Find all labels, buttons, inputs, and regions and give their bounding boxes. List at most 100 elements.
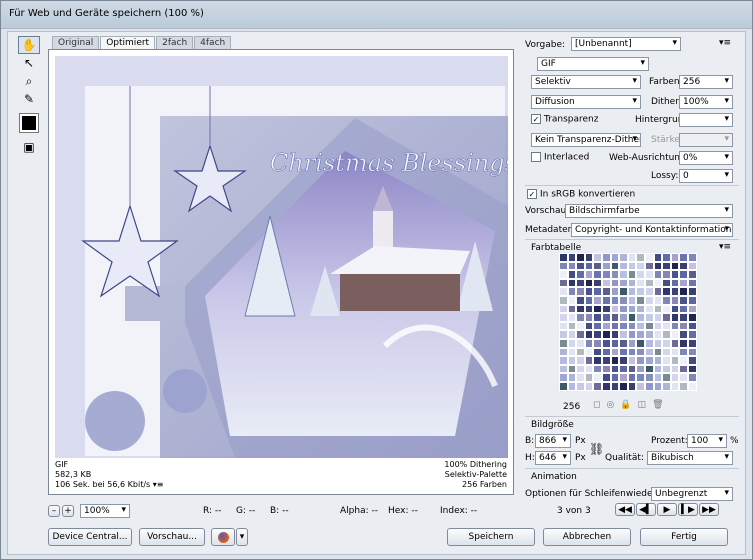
color-swatch[interactable] bbox=[576, 338, 585, 348]
color-swatch[interactable] bbox=[644, 304, 654, 314]
color-swatch[interactable] bbox=[593, 278, 602, 288]
color-swatch[interactable] bbox=[627, 373, 637, 382]
color-swatch[interactable] bbox=[670, 295, 680, 305]
color-swatch[interactable] bbox=[610, 338, 620, 348]
color-swatch[interactable] bbox=[576, 347, 585, 357]
loop-options-select[interactable]: Unbegrenzt bbox=[651, 487, 733, 501]
color-swatch[interactable] bbox=[636, 261, 645, 271]
color-swatch[interactable] bbox=[567, 253, 577, 262]
color-swatch[interactable] bbox=[687, 278, 697, 288]
color-swatch[interactable] bbox=[644, 295, 654, 305]
color-swatch[interactable] bbox=[559, 373, 568, 382]
color-swatch[interactable] bbox=[593, 364, 602, 374]
height-field[interactable]: 646 bbox=[535, 451, 571, 465]
tab-optimiert[interactable]: Optimiert bbox=[100, 36, 156, 50]
color-swatch[interactable] bbox=[653, 338, 663, 348]
color-swatch[interactable] bbox=[687, 321, 697, 331]
play-button[interactable]: ▶ bbox=[657, 503, 677, 516]
map-color-icon[interactable]: ◻ bbox=[593, 400, 606, 410]
color-swatch[interactable] bbox=[670, 287, 680, 296]
color-swatch[interactable] bbox=[670, 313, 680, 322]
color-swatch[interactable] bbox=[627, 330, 637, 339]
color-swatch[interactable] bbox=[567, 364, 577, 374]
color-swatch[interactable] bbox=[567, 356, 577, 365]
interlaced-option[interactable]: Interlaced bbox=[531, 152, 589, 163]
percent-field[interactable]: 100 bbox=[687, 434, 727, 448]
color-swatch[interactable] bbox=[619, 287, 628, 296]
color-swatch[interactable] bbox=[636, 295, 645, 305]
zoom-out-button[interactable]: – bbox=[48, 505, 60, 517]
color-swatch[interactable] bbox=[601, 253, 611, 262]
color-swatch[interactable] bbox=[584, 278, 594, 288]
constrain-link-icon[interactable]: ⛓ bbox=[589, 442, 604, 456]
color-swatch[interactable] bbox=[584, 321, 594, 331]
color-swatch[interactable] bbox=[584, 253, 594, 262]
color-swatch[interactable] bbox=[627, 295, 637, 305]
color-swatch[interactable] bbox=[610, 381, 620, 391]
color-swatch[interactable] bbox=[636, 313, 645, 322]
toggle-slices-visibility[interactable]: ▣ bbox=[18, 138, 40, 156]
color-swatch[interactable] bbox=[610, 261, 620, 271]
color-swatch[interactable] bbox=[679, 253, 688, 262]
color-swatch[interactable] bbox=[567, 381, 577, 391]
color-swatch[interactable] bbox=[662, 338, 671, 348]
color-swatch[interactable] bbox=[670, 373, 680, 382]
color-swatch[interactable] bbox=[619, 321, 628, 331]
color-swatch[interactable] bbox=[653, 287, 663, 296]
color-swatch[interactable] bbox=[584, 270, 594, 279]
browser-menu-button[interactable]: ▾ bbox=[236, 528, 248, 546]
transparency-checkbox[interactable]: ✓ bbox=[531, 114, 541, 124]
color-swatch[interactable] bbox=[636, 278, 645, 288]
color-swatch[interactable] bbox=[644, 278, 654, 288]
color-swatch[interactable] bbox=[679, 295, 688, 305]
color-swatch[interactable] bbox=[610, 304, 620, 314]
color-swatch[interactable] bbox=[610, 287, 620, 296]
color-swatch[interactable] bbox=[601, 364, 611, 374]
color-swatch[interactable] bbox=[662, 304, 671, 314]
color-swatch[interactable] bbox=[644, 364, 654, 374]
preset-menu-icon[interactable]: ▾≡ bbox=[719, 38, 731, 48]
interlaced-checkbox[interactable] bbox=[531, 152, 541, 162]
cancel-button[interactable]: Abbrechen bbox=[543, 528, 631, 546]
color-swatch[interactable] bbox=[559, 330, 568, 339]
color-swatch[interactable] bbox=[601, 295, 611, 305]
color-swatch[interactable] bbox=[644, 347, 654, 357]
color-swatch[interactable] bbox=[559, 304, 568, 314]
color-swatch[interactable] bbox=[601, 321, 611, 331]
color-swatch[interactable] bbox=[662, 321, 671, 331]
color-swatch[interactable] bbox=[619, 338, 628, 348]
tab-original[interactable]: Original bbox=[52, 36, 100, 50]
color-swatch[interactable] bbox=[644, 313, 654, 322]
dither-field[interactable]: 100% bbox=[679, 95, 733, 109]
color-swatch[interactable] bbox=[559, 338, 568, 348]
color-swatch[interactable] bbox=[662, 270, 671, 279]
format-select[interactable]: GIF bbox=[537, 57, 649, 71]
color-swatch[interactable] bbox=[670, 261, 680, 271]
color-swatch[interactable] bbox=[687, 253, 697, 262]
color-swatch[interactable] bbox=[559, 321, 568, 331]
color-swatch[interactable] bbox=[653, 295, 663, 305]
color-swatch[interactable] bbox=[653, 356, 663, 365]
color-swatch[interactable] bbox=[576, 295, 585, 305]
color-swatch[interactable] bbox=[593, 295, 602, 305]
color-swatch[interactable] bbox=[593, 373, 602, 382]
color-swatch[interactable] bbox=[567, 287, 577, 296]
color-swatch[interactable] bbox=[567, 261, 577, 271]
color-swatch[interactable] bbox=[593, 253, 602, 262]
color-swatch[interactable] bbox=[653, 313, 663, 322]
color-swatch[interactable] bbox=[679, 287, 688, 296]
color-swatch[interactable] bbox=[567, 304, 577, 314]
web-snap-field[interactable]: 0% bbox=[679, 151, 733, 165]
color-swatch[interactable] bbox=[567, 270, 577, 279]
color-swatch[interactable] bbox=[662, 330, 671, 339]
color-swatch[interactable] bbox=[619, 270, 628, 279]
color-swatch[interactable] bbox=[662, 313, 671, 322]
device-central-button[interactable]: Device Central... bbox=[48, 528, 132, 546]
color-swatch[interactable] bbox=[662, 287, 671, 296]
preset-select[interactable]: [Unbenannt] bbox=[571, 37, 681, 51]
color-swatch[interactable] bbox=[559, 295, 568, 305]
color-swatch[interactable] bbox=[653, 373, 663, 382]
color-swatch[interactable] bbox=[619, 381, 628, 391]
color-swatch[interactable] bbox=[584, 373, 594, 382]
color-swatch[interactable] bbox=[584, 295, 594, 305]
